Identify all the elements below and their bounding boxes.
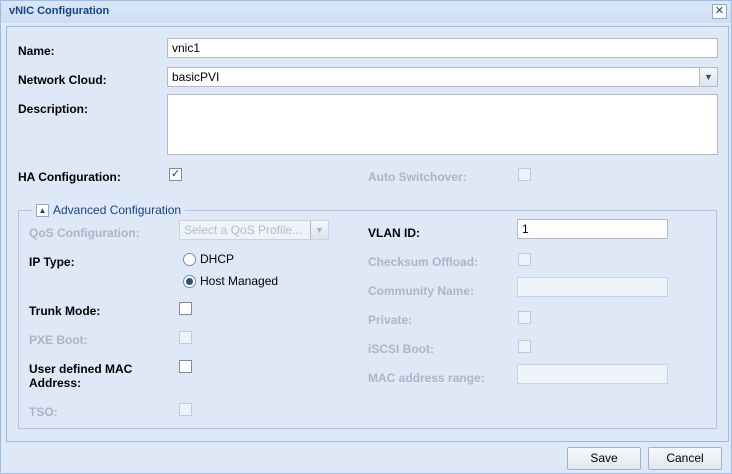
auto-switchover-label: Auto Switchover:: [368, 170, 467, 184]
network-cloud-label: Network Cloud:: [18, 73, 107, 87]
description-textarea[interactable]: [167, 94, 718, 155]
checksum-offload-checkbox[interactable]: [518, 253, 531, 266]
private-label: Private:: [368, 313, 413, 327]
private-checkbox[interactable]: [518, 311, 531, 324]
iscsi-boot-checkbox[interactable]: [518, 340, 531, 353]
dialog-body: Name: Network Cloud: basicPVI ▼ Descript…: [6, 26, 729, 442]
network-cloud-value: basicPVI: [172, 70, 220, 84]
ip-type-host-managed-radio[interactable]: [183, 275, 196, 288]
user-defined-mac-label: User defined MAC Address:: [29, 362, 132, 390]
vlan-id-label: VLAN ID:: [368, 226, 420, 240]
dialog-titlebar: vNIC Configuration ✕: [1, 1, 731, 23]
network-cloud-select[interactable]: basicPVI ▼: [167, 67, 718, 87]
user-defined-mac-label-line1: User defined MAC: [29, 362, 133, 376]
qos-config-label: QoS Configuration:: [29, 226, 140, 240]
ha-config-label: HA Configuration:: [18, 170, 121, 184]
mac-address-range-input[interactable]: [517, 364, 668, 384]
ha-config-checkbox[interactable]: ✓: [169, 168, 182, 181]
user-defined-mac-label-line2: Address:: [29, 376, 82, 390]
advanced-config-legend[interactable]: ▲ Advanced Configuration: [32, 203, 186, 217]
community-name-label: Community Name:: [368, 284, 475, 298]
name-label: Name:: [18, 44, 55, 58]
iscsi-boot-label: iSCSI Boot:: [368, 342, 434, 356]
vnic-configuration-dialog: vNIC Configuration ✕ Name: Network Cloud…: [0, 0, 732, 474]
checksum-offload-label: Checksum Offload:: [368, 255, 479, 269]
advanced-config-title[interactable]: Advanced Configuration: [53, 203, 181, 217]
auto-switchover-checkbox[interactable]: [518, 168, 531, 181]
qos-placeholder: Select a QoS Profile...: [184, 223, 303, 237]
mac-address-range-label: MAC address range:: [368, 371, 485, 385]
name-input[interactable]: [167, 38, 718, 58]
ip-type-host-managed-label: Host Managed: [200, 274, 279, 288]
tso-checkbox[interactable]: [179, 403, 192, 416]
trunk-mode-label: Trunk Mode:: [29, 304, 101, 318]
save-button[interactable]: Save: [567, 447, 641, 470]
vlan-id-input[interactable]: [517, 219, 668, 239]
user-defined-mac-checkbox[interactable]: [179, 360, 192, 373]
close-icon[interactable]: ✕: [712, 4, 727, 19]
pxe-boot-label: PXE Boot:: [29, 333, 88, 347]
qos-profile-select[interactable]: Select a QoS Profile... ▼: [179, 220, 329, 240]
qos-chevron-down-icon[interactable]: ▼: [310, 221, 328, 239]
tso-label: TSO:: [29, 405, 58, 419]
ip-type-dhcp-radio[interactable]: [183, 253, 196, 266]
description-label: Description:: [18, 102, 89, 116]
cancel-button[interactable]: Cancel: [648, 447, 722, 470]
pxe-boot-checkbox[interactable]: [179, 331, 192, 344]
trunk-mode-checkbox[interactable]: [179, 302, 192, 315]
community-name-input[interactable]: [517, 277, 668, 297]
ip-type-label: IP Type:: [29, 255, 75, 269]
chevron-down-icon[interactable]: ▼: [699, 68, 717, 86]
dialog-title: vNIC Configuration: [9, 5, 110, 17]
ip-type-dhcp-label: DHCP: [200, 252, 235, 266]
collapse-toggle-icon[interactable]: ▲: [36, 203, 49, 217]
